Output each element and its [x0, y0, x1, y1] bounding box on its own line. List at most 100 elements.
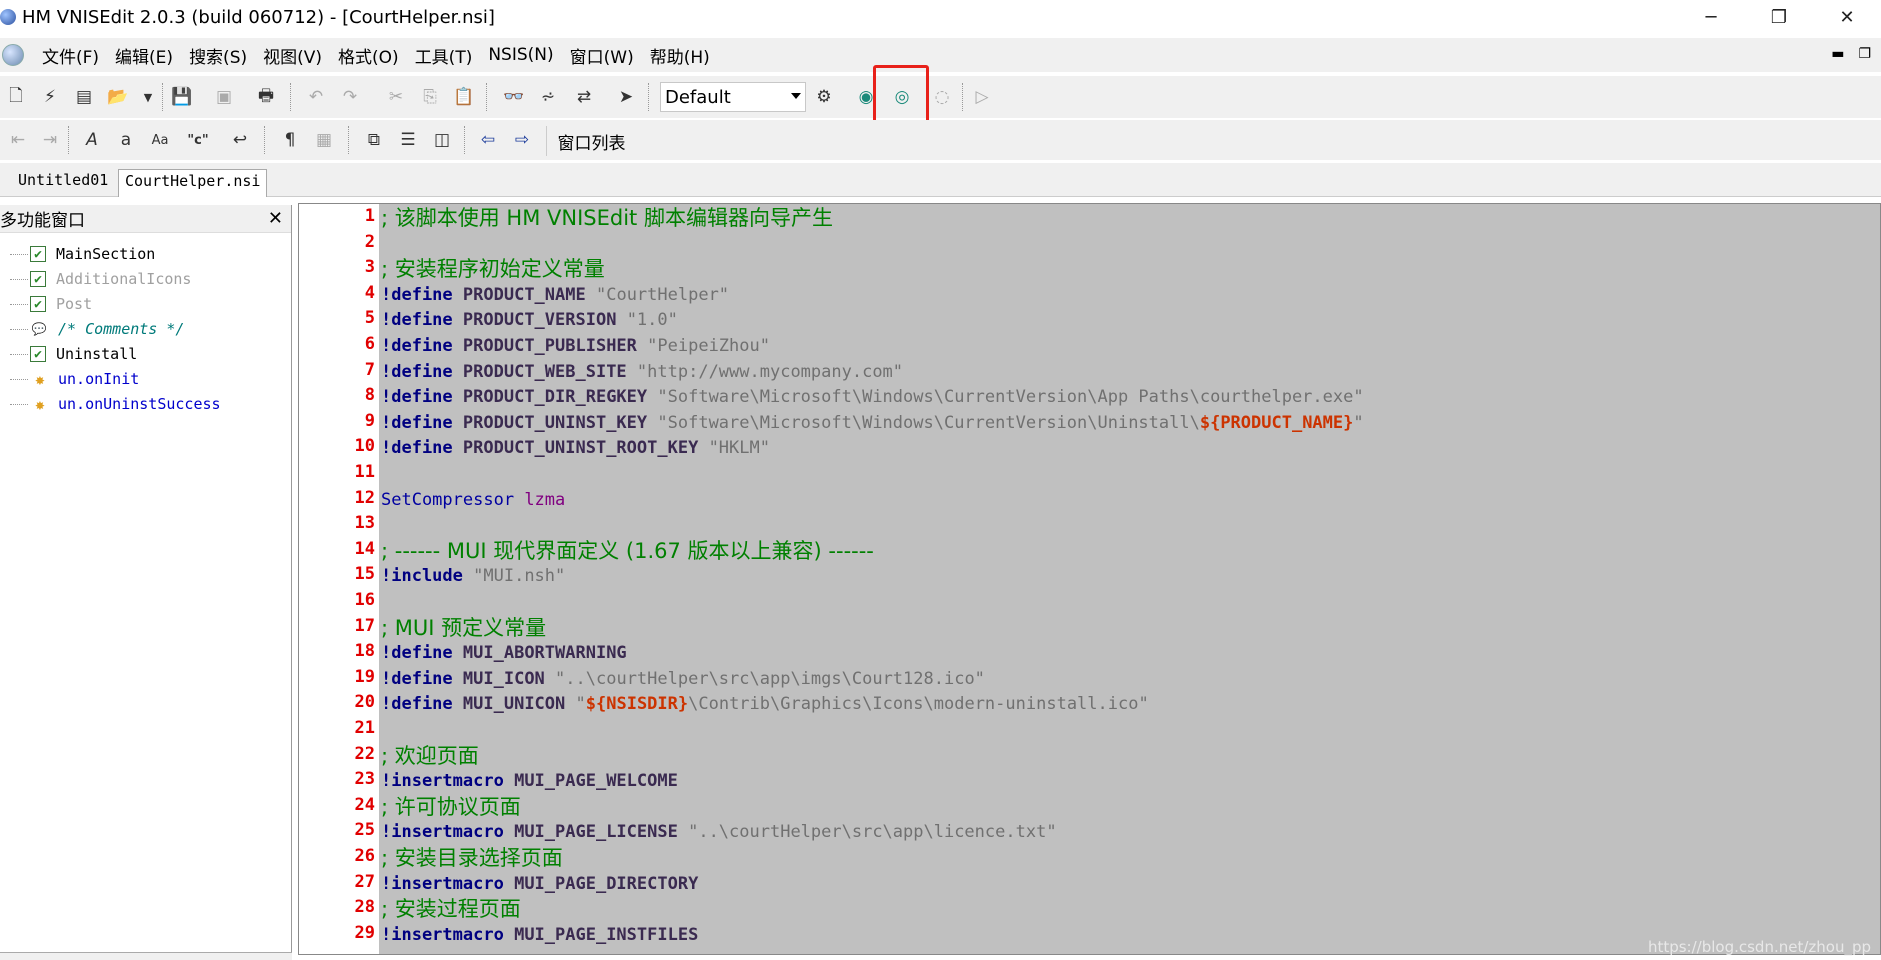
- tab-untitled01[interactable]: Untitled01: [12, 169, 114, 197]
- cascade-icon[interactable]: ⧉: [360, 126, 388, 154]
- tree-item[interactable]: ✸ un.onInit: [10, 368, 139, 390]
- menu-tools[interactable]: 工具(T): [407, 43, 481, 68]
- open-folder-icon[interactable]: 📂: [104, 83, 132, 111]
- code-line[interactable]: !define PRODUCT_UNINST_KEY "Software\Mic…: [381, 411, 1364, 436]
- columns-icon[interactable]: ▦: [310, 126, 338, 154]
- code-line[interactable]: ; ------ MUI 现代界面定义 (1.67 版本以上兼容) ------: [381, 539, 874, 564]
- code-line[interactable]: ; 安装目录选择页面: [381, 846, 563, 871]
- style-select[interactable]: Default: [660, 82, 806, 112]
- checkbox-icon[interactable]: ✔: [30, 271, 46, 287]
- mdi-minimize-button[interactable]: ▬: [1831, 46, 1844, 62]
- menu-search[interactable]: 搜索(S): [181, 43, 255, 68]
- test-installer-icon[interactable]: ◌: [928, 83, 956, 111]
- menu-edit[interactable]: 编辑(E): [107, 43, 181, 68]
- indent-icon[interactable]: ⇤: [4, 126, 32, 154]
- minimize-button[interactable]: ─: [1677, 0, 1745, 34]
- code-line[interactable]: !define MUI_UNICON "${NSISDIR}\Contrib\G…: [381, 692, 1149, 717]
- menu-view[interactable]: 视图(V): [255, 43, 330, 68]
- find-icon[interactable]: 👓: [500, 83, 528, 111]
- close-icon[interactable]: ✕: [268, 208, 283, 229]
- menu-format[interactable]: 格式(O): [330, 43, 407, 68]
- redo-icon[interactable]: ↷: [336, 83, 364, 111]
- code-line[interactable]: SetCompressor lzma: [381, 488, 565, 513]
- tree-connector: [10, 303, 28, 305]
- code-line[interactable]: !define MUI_ICON "..\courtHelper\src\app…: [381, 667, 985, 692]
- comment-icon: 💬: [31, 322, 47, 336]
- outdent-icon[interactable]: ⇥: [36, 126, 64, 154]
- code-line[interactable]: !insertmacro MUI_PAGE_WELCOME: [381, 769, 678, 794]
- word-wrap-icon[interactable]: ↩: [226, 126, 254, 154]
- goto-line-icon[interactable]: ➤: [612, 83, 640, 111]
- arrow-right-icon[interactable]: ⇨: [508, 126, 536, 154]
- code-line[interactable]: !define PRODUCT_PUBLISHER "PeipeiZhou": [381, 334, 770, 359]
- tree-item[interactable]: ✔ MainSection: [10, 243, 155, 265]
- code-line[interactable]: !define PRODUCT_UNINST_ROOT_KEY "HKLM": [381, 436, 770, 461]
- tree-item[interactable]: ✸ un.onUninstSuccess: [10, 393, 221, 415]
- tree-item[interactable]: ✔ AdditionalIcons: [10, 268, 191, 290]
- checkbox-icon[interactable]: ✔: [30, 296, 46, 312]
- code-line[interactable]: ; 安装过程页面: [381, 897, 521, 922]
- code-line[interactable]: !insertmacro MUI_PAGE_INSTFILES: [381, 923, 698, 948]
- menu-file[interactable]: 文件(F): [34, 43, 107, 68]
- restore-button[interactable]: ❐: [1745, 0, 1813, 34]
- run-icon[interactable]: ▷: [968, 83, 996, 111]
- copy-icon[interactable]: ⎘: [416, 83, 444, 111]
- tree-connector: [10, 278, 28, 280]
- pilcrow-icon[interactable]: ¶: [276, 126, 304, 154]
- code-line[interactable]: !define PRODUCT_WEB_SITE "http://www.myc…: [381, 360, 903, 385]
- tree-item[interactable]: 💬 /* Comments */: [10, 318, 184, 340]
- tree-item[interactable]: ✔ Post: [10, 293, 92, 315]
- quote-icon[interactable]: "c": [184, 126, 212, 154]
- code-line[interactable]: ; 欢迎页面: [381, 744, 479, 769]
- tree-item[interactable]: ✔ Uninstall: [10, 343, 137, 365]
- font-icon[interactable]: A: [78, 126, 106, 154]
- code-line[interactable]: ; 许可协议页面: [381, 795, 521, 820]
- code-line[interactable]: !define PRODUCT_VERSION "1.0": [381, 308, 678, 333]
- save-all-icon[interactable]: ▣: [210, 83, 238, 111]
- cut-icon[interactable]: ✂: [382, 83, 410, 111]
- new-file-icon[interactable]: 🗋: [2, 83, 30, 111]
- code-token: MUI_PAGE_DIRECTORY: [514, 873, 699, 894]
- lowercase-icon[interactable]: a: [112, 126, 140, 154]
- code-line[interactable]: ; MUI 预定义常量: [381, 616, 546, 641]
- code-line[interactable]: !insertmacro MUI_PAGE_LICENSE "..\courtH…: [381, 820, 1057, 845]
- window-list-button[interactable]: 窗口列表: [546, 126, 636, 156]
- close-button[interactable]: ✕: [1813, 0, 1881, 34]
- mdi-restore-button[interactable]: ❐: [1858, 46, 1871, 62]
- code-line[interactable]: ; 该脚本使用 HM VNISEdit 脚本编辑器向导产生: [381, 206, 833, 231]
- case-toggle-icon[interactable]: Aa: [146, 126, 174, 154]
- menu-help[interactable]: 帮助(H): [642, 43, 718, 68]
- code-line[interactable]: !define PRODUCT_NAME "CourtHelper": [381, 283, 729, 308]
- checkbox-icon[interactable]: ✔: [30, 346, 46, 362]
- print-icon[interactable]: 🖶: [252, 83, 280, 111]
- code-line[interactable]: !insertmacro MUI_PAGE_DIRECTORY: [381, 872, 698, 897]
- arrow-left-icon[interactable]: ⇦: [474, 126, 502, 154]
- tile-vertical-icon[interactable]: ◫: [428, 126, 456, 154]
- code-editor[interactable]: 1 2 3 4 5 6 7 8 9 10 11 12 13 14 15 16 17 18 19 20 21 22 23 24 2…: [298, 203, 1881, 955]
- code-token: !define: [381, 668, 453, 689]
- open-dropdown-icon[interactable]: ▼: [134, 83, 162, 111]
- save-icon[interactable]: 💾: [168, 83, 196, 111]
- paste-icon[interactable]: 📋: [450, 83, 478, 111]
- settings-icon[interactable]: ⚙: [810, 83, 838, 111]
- code-line[interactable]: !include "MUI.nsh": [381, 564, 565, 589]
- document-system-icon[interactable]: [2, 44, 24, 66]
- menu-window[interactable]: 窗口(W): [562, 43, 642, 68]
- template-icon[interactable]: ▤: [70, 83, 98, 111]
- menu-nsis[interactable]: NSIS(N): [480, 45, 561, 65]
- replace-icon[interactable]: ⇄: [570, 83, 598, 111]
- tab-courthelper[interactable]: CourtHelper.nsi: [118, 169, 268, 197]
- code-area[interactable]: ; 该脚本使用 HM VNISEdit 脚本编辑器向导产生 ; 安装程序初始定义常…: [381, 204, 1880, 954]
- find-next-icon[interactable]: ⩫: [534, 83, 562, 111]
- undo-icon[interactable]: ↶: [302, 83, 330, 111]
- tile-horizontal-icon[interactable]: ☰: [394, 126, 422, 154]
- checkbox-icon[interactable]: ✔: [30, 246, 46, 262]
- code-line[interactable]: !define PRODUCT_DIR_REGKEY "Software\Mic…: [381, 385, 1364, 410]
- code-line[interactable]: ; 安装程序初始定义常量: [381, 257, 605, 282]
- code-line[interactable]: !define MUI_ABORTWARNING: [381, 641, 627, 666]
- code-token: SetCompressor: [381, 489, 515, 510]
- wizard-icon[interactable]: ⚡: [36, 83, 64, 111]
